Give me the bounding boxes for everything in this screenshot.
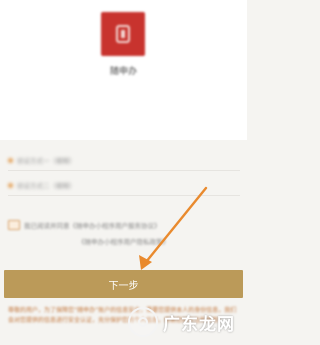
agreement-text[interactable]: 我已阅读并同意《随申办小程序用户服务协议》 [24,220,161,230]
option-row-2[interactable]: 验证方式二（模糊） [8,178,240,192]
app-name: 随申办 [109,67,137,77]
notice-text: 尊敬的用户，为了保障您“随申办”账户的信息安全，需要您提供本人的身份信息，我们会… [8,307,237,324]
app-logo-icon [112,22,134,46]
radio-dot-icon [8,182,13,188]
option-label-2: 验证方式二（模糊） [17,182,76,190]
option-label-1: 验证方式一（模糊） [17,157,76,165]
radio-dot-icon [8,157,13,163]
next-step-button[interactable]: 下一步 [4,270,243,298]
option-row-1[interactable]: 验证方式一（模糊） [8,153,240,167]
divider [8,170,240,171]
agreement-checkbox[interactable] [8,220,20,230]
divider [8,195,240,196]
agreement-row[interactable]: 我已阅读并同意《随申办小程序用户服务协议》 [8,218,242,232]
screen: 随申办 验证方式一（模糊） 验证方式二（模糊） 我已阅读并同意《随申办小程序用户… [0,0,247,345]
app-logo [101,12,145,56]
privacy-policy-link[interactable]: 《随申办小程序用户隐私政策》 [0,236,247,246]
